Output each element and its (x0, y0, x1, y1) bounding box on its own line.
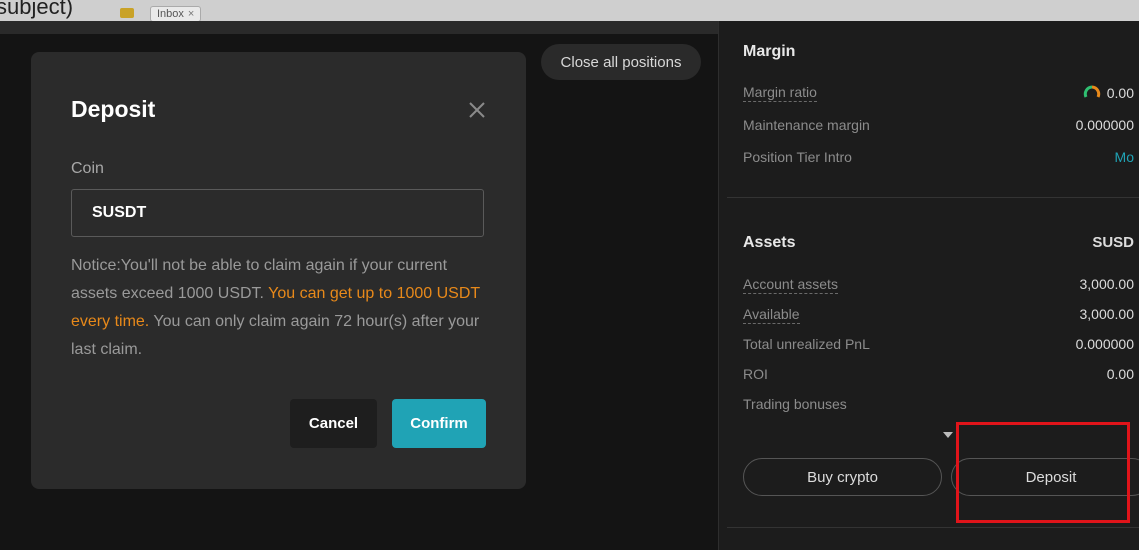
available-label[interactable]: Available (743, 306, 800, 324)
assets-section-title: Assets (743, 234, 796, 251)
section-divider (727, 197, 1139, 198)
maintenance-margin-label: Maintenance margin (743, 117, 870, 133)
position-tier-link[interactable]: Mo (1115, 149, 1134, 165)
margin-ratio-label[interactable]: Margin ratio (743, 84, 817, 102)
unrealized-pnl-label: Total unrealized PnL (743, 336, 870, 352)
top-band (0, 21, 718, 34)
available-value: 3,000.00 (1079, 306, 1135, 322)
confirm-button[interactable]: Confirm (392, 399, 486, 448)
coin-value: SUSDT (92, 204, 147, 221)
bottom-divider (727, 527, 1139, 528)
margin-ratio-value: 0.00 (1106, 85, 1134, 102)
close-icon[interactable] (465, 98, 489, 122)
close-all-positions-button[interactable]: Close all positions (541, 44, 701, 80)
trading-bonuses-label: Trading bonuses (743, 396, 847, 412)
coin-label: Coin (71, 160, 104, 177)
deposit-modal: Deposit Coin SUSDT Notice:You'll not be … (31, 52, 526, 489)
coin-select[interactable]: SUSDT (71, 189, 484, 237)
gauge-icon (1083, 84, 1101, 105)
account-assets-value: 3,000.00 (1079, 276, 1135, 292)
roi-value: 0.00 (1106, 366, 1134, 382)
buy-crypto-button[interactable]: Buy crypto (743, 458, 942, 496)
assets-currency[interactable]: SUSD (1092, 234, 1134, 251)
maintenance-margin-value: 0.000000 (1075, 117, 1134, 133)
chevron-down-icon[interactable] (943, 432, 953, 438)
cancel-button[interactable]: Cancel (290, 399, 377, 448)
browser-tab-strip: subject) Inbox × (0, 0, 1139, 21)
deposit-notice: Notice:You'll not be able to claim again… (71, 252, 496, 364)
modal-title: Deposit (71, 96, 156, 122)
position-tier-label: Position Tier Intro (743, 149, 852, 165)
account-panel: Margin Margin ratio 0.00 Maintenance mar… (718, 21, 1139, 550)
unrealized-pnl-value: 0.000000 (1075, 336, 1134, 352)
account-assets-label[interactable]: Account assets (743, 276, 838, 294)
roi-label: ROI (743, 366, 768, 382)
tab-close-icon[interactable]: × (188, 8, 194, 20)
margin-ratio-value-wrap: 0.00 (1083, 84, 1134, 105)
margin-section-title: Margin (743, 43, 796, 60)
deposit-button[interactable]: Deposit (951, 458, 1139, 496)
folder-icon (120, 8, 134, 18)
email-subject-fragment: subject) (0, 0, 74, 19)
inbox-tab[interactable]: Inbox × (150, 6, 202, 21)
inbox-tab-label: Inbox (157, 8, 184, 20)
